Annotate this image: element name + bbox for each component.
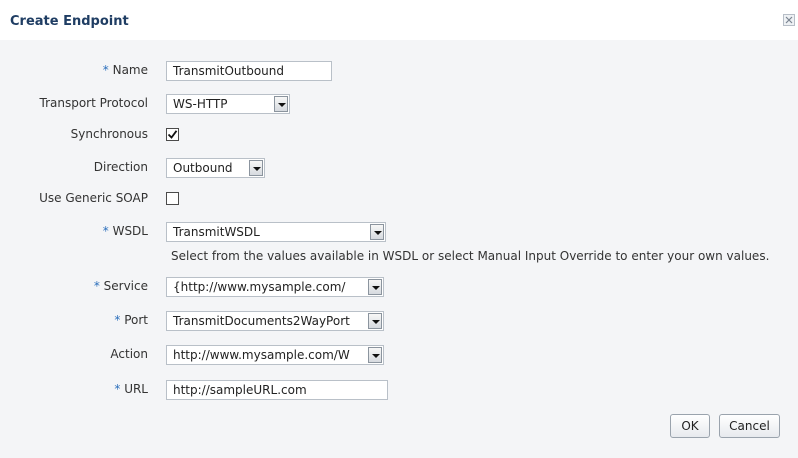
chevron-down-icon[interactable] — [274, 96, 288, 112]
dialog-title: Create Endpoint — [10, 14, 129, 29]
create-endpoint-dialog: Create Endpoint * Name TransmitOutbound … — [0, 0, 798, 458]
port-value: TransmitDocuments2WayPort — [173, 314, 350, 328]
ok-button[interactable]: OK — [670, 414, 710, 438]
direction-value: Outbound — [173, 161, 233, 175]
wsdl-label-text: WSDL — [112, 224, 148, 238]
name-label: * Name — [8, 61, 148, 79]
use-generic-soap-label: Use Generic SOAP — [39, 191, 148, 205]
required-marker: * — [93, 279, 100, 293]
port-label: * Port — [8, 311, 148, 329]
synchronous-label: Synchronous — [70, 127, 148, 141]
action-label: Action — [110, 347, 148, 361]
wsdl-select[interactable]: TransmitWSDL — [166, 222, 386, 242]
port-label-text: Port — [124, 313, 148, 327]
name-label-text: Name — [112, 63, 148, 77]
checkmark-icon — [167, 130, 178, 139]
transport-protocol-value: WS-HTTP — [173, 97, 228, 111]
chevron-down-icon[interactable] — [249, 160, 263, 176]
port-select[interactable]: TransmitDocuments2WayPort — [166, 311, 384, 331]
synchronous-checkbox[interactable] — [166, 128, 179, 141]
service-value: {http://www.mysample.com/ — [173, 280, 346, 294]
service-label: * Service — [8, 277, 148, 295]
direction-select[interactable]: Outbound — [166, 158, 265, 178]
transport-protocol-label: Transport Protocol — [39, 96, 148, 110]
use-generic-soap-checkbox[interactable] — [166, 192, 179, 205]
required-marker: * — [102, 63, 109, 77]
close-icon[interactable] — [783, 14, 795, 26]
cancel-button[interactable]: Cancel — [719, 414, 780, 438]
required-marker: * — [114, 313, 121, 327]
direction-label: Direction — [93, 160, 148, 174]
wsdl-value: TransmitWSDL — [173, 225, 260, 239]
chevron-down-icon[interactable] — [370, 224, 384, 240]
service-label-text: Service — [103, 279, 148, 293]
url-input[interactable]: http://sampleURL.com — [166, 380, 388, 400]
required-marker: * — [114, 382, 121, 396]
chevron-down-icon[interactable] — [368, 279, 382, 295]
service-select[interactable]: {http://www.mysample.com/ — [166, 277, 384, 297]
wsdl-label: * WSDL — [8, 222, 148, 240]
name-input[interactable]: TransmitOutbound — [166, 61, 332, 81]
url-label-text: URL — [124, 382, 148, 396]
chevron-down-icon[interactable] — [368, 313, 382, 329]
required-marker: * — [102, 224, 109, 238]
transport-protocol-select[interactable]: WS-HTTP — [166, 94, 290, 114]
chevron-down-icon[interactable] — [368, 347, 382, 363]
wsdl-help-text: Select from the values available in WSDL… — [171, 249, 770, 263]
action-value: http://www.mysample.com/W — [173, 348, 350, 362]
url-label: * URL — [8, 380, 148, 398]
action-select[interactable]: http://www.mysample.com/W — [166, 345, 384, 365]
